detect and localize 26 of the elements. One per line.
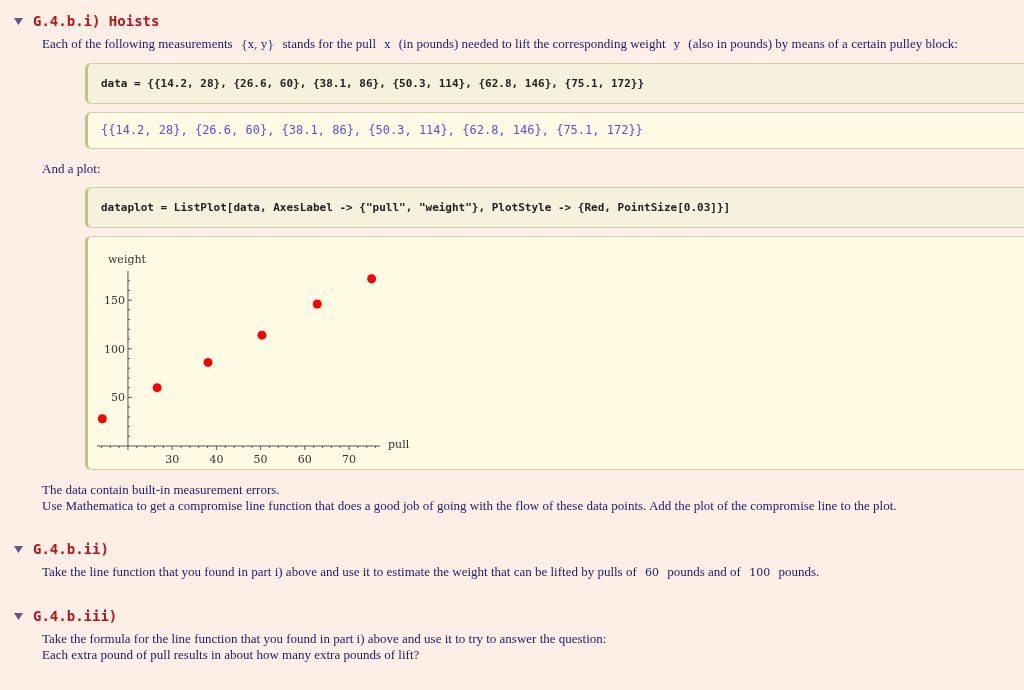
text-line: Each of the following measurements {x, y} stands for the pull x (in pounds) needed to lift the corresponding weight y (also in pounds) by means of a certain pulley block: <box>42 36 959 53</box>
tick-label: 40 <box>209 453 224 466</box>
text-line: And a plot: <box>42 161 102 177</box>
tick-label: 60 <box>297 453 312 466</box>
text-line: Take the line function that you found in part i) above and use it to estimate the weight that can be lifted by pulls of 60 pounds and of 100 pounds. <box>42 564 821 581</box>
text-line: Take the formula for the line function that you found in part i) above and use it to try to answer the question: <box>42 631 608 647</box>
text-line: The data contain built-in measurement errors. <box>42 482 281 498</box>
tick-label: 100 <box>103 342 125 356</box>
input-cell[interactable]: dataplot = ListPlot[data, AxesLabel -> {"pull", "weight"}, PlotStyle -> {Red, PointSize[0.03]}] <box>85 187 1024 228</box>
tick-label: 30 <box>165 453 180 466</box>
input-cell[interactable]: data = {{14.2, 28}, {26.6, 60}, {38.1, 86}, {50.3, 114}, {62.8, 146}, {75.1, 172}} <box>85 63 1024 104</box>
tick-label: 150 <box>103 294 125 308</box>
tick-label: 70 <box>342 453 357 466</box>
axis-label: pull <box>388 438 410 451</box>
axis-label: weight <box>107 253 146 266</box>
section-heading: G.4.b.ii) <box>33 541 109 557</box>
tick-label: 50 <box>253 453 268 466</box>
collapse-triangle-icon[interactable] <box>14 16 23 26</box>
tick-label: 50 <box>110 391 125 405</box>
text-line: Use Mathematica to get a compromise line function that does a good job of going with the flow of these data points. Add the plot of the compromise line to the plot. <box>42 498 898 514</box>
text-line: Each extra pound of pull results in about how many extra pounds of lift? <box>42 647 421 663</box>
section-heading: G.4.b.iii) <box>33 608 118 624</box>
section-heading: G.4.b.i) Hoists <box>33 13 160 29</box>
collapse-triangle-icon[interactable] <box>14 544 23 554</box>
collapse-triangle-icon[interactable] <box>14 611 23 621</box>
output-cell: {{14.2, 28}, {26.6, 60}, {38.1, 86}, {50.3, 114}, {62.8, 146}, {75.1, 172}} <box>85 112 1024 149</box>
